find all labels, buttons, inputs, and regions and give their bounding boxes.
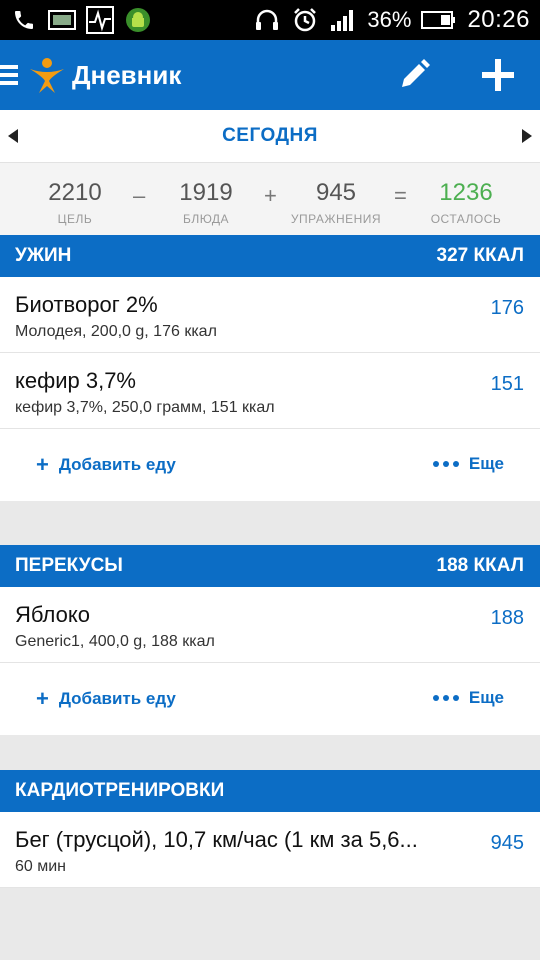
dinner-actions: + Добавить еду Еще [0, 429, 540, 501]
more-label: Еще [468, 454, 504, 473]
food-entry-row[interactable]: Биотворог 2% Молодея, 200,0 g, 176 ккал … [0, 277, 540, 353]
signal-icon [329, 6, 357, 34]
food-label: БЛЮДА [183, 212, 229, 226]
clock: 20:26 [467, 6, 530, 33]
battery-percent: 36% [367, 7, 412, 32]
date-label[interactable]: СЕГОДНЯ [222, 125, 318, 147]
snacks-actions: + Добавить еду Еще [0, 663, 540, 735]
add-food-label: Добавить еду [58, 455, 176, 474]
food-calories: 151 [490, 373, 524, 395]
remaining-value: 1236 [439, 179, 493, 206]
section-title: КАРДИОТРЕНИРОВКИ [15, 780, 225, 801]
food-entry-row[interactable]: Яблоко Generic1, 400,0 g, 188 ккал 188 [0, 587, 540, 663]
section-title: ПЕРЕКУСЫ [15, 555, 123, 576]
food-entry-row[interactable]: кефир 3,7% кефир 3,7%, 250,0 грамм, 151 … [0, 353, 540, 429]
food-calories: 176 [490, 297, 524, 319]
food-name: кефир 3,7% [15, 368, 136, 393]
minus-operator: – [133, 183, 146, 208]
remaining-summary: 1236 ОСТАЛОСЬ [428, 179, 504, 226]
activity-monitor-icon [86, 6, 114, 34]
section-kcal: 327 ККАЛ [436, 245, 524, 266]
phone-icon [10, 6, 38, 34]
exercise-value: 945 [315, 179, 357, 206]
dinner-section: УЖИН 327 ККАЛ Биотворог 2% Молодея, 200,… [0, 235, 540, 501]
food-calories: 188 [490, 607, 524, 629]
calorie-summary: 2210 ЦЕЛЬ – 1919 БЛЮДА + 945 УПРАЖНЕНИЯ … [0, 162, 540, 242]
image-icon [48, 6, 76, 34]
date-navigator: СЕГОДНЯ [0, 110, 540, 162]
app-logo-icon [26, 54, 68, 96]
goal-label: ЦЕЛЬ [57, 212, 93, 226]
add-food-button[interactable]: + Добавить еду [36, 454, 176, 476]
snacks-section: ПЕРЕКУСЫ 188 ККАЛ Яблоко Generic1, 400,0… [0, 545, 540, 735]
cardio-section: КАРДИОТРЕНИРОВКИ Бег (трусцой), 10,7 км/… [0, 770, 540, 888]
food-summary: 1919 БЛЮДА [170, 179, 242, 226]
more-dots-icon [432, 695, 459, 701]
next-day-arrow-icon[interactable] [522, 129, 532, 143]
plus-operator: + [264, 183, 277, 208]
more-button[interactable]: Еще [432, 688, 504, 708]
food-name: Биотворог 2% [15, 292, 158, 317]
section-kcal: 188 ККАЛ [436, 555, 524, 576]
equals-operator: = [394, 183, 407, 208]
goal-value: 2210 [48, 179, 102, 206]
exercise-name: Бег (трусцой), 10,7 км/час (1 км за 5,6.… [15, 827, 418, 852]
food-value: 1919 [179, 179, 233, 206]
exercise-duration: 60 мин [15, 858, 67, 875]
exercise-entry-row[interactable]: Бег (трусцой), 10,7 км/час (1 км за 5,6.… [0, 812, 540, 888]
headset-icon [253, 6, 281, 34]
menu-icon[interactable] [0, 65, 18, 85]
plus-icon: + [36, 686, 49, 711]
exercise-calories: 945 [490, 832, 524, 854]
more-button[interactable]: Еще [432, 454, 504, 474]
section-title: УЖИН [15, 245, 72, 266]
page-title: Дневник [72, 59, 182, 90]
add-food-button[interactable]: + Добавить еду [36, 688, 176, 710]
plus-icon: + [36, 452, 49, 477]
food-name: Яблоко [15, 602, 90, 627]
remaining-label: ОСТАЛОСЬ [430, 212, 502, 226]
previous-day-arrow-icon[interactable] [8, 129, 18, 143]
alarm-icon [291, 6, 319, 34]
more-dots-icon [432, 461, 459, 467]
dinner-header[interactable]: УЖИН 327 ККАЛ [0, 235, 540, 277]
edit-icon[interactable] [393, 54, 435, 96]
more-label: Еще [468, 688, 504, 707]
goal-summary: 2210 ЦЕЛЬ [40, 179, 110, 226]
food-description: кефир 3,7%, 250,0 грамм, 151 ккал [15, 399, 275, 416]
battery-icon [421, 6, 457, 34]
food-description: Generic1, 400,0 g, 188 ккал [15, 633, 215, 650]
status-bar: 36% 20:26 [0, 0, 540, 40]
add-food-label: Добавить еду [58, 689, 176, 708]
add-icon[interactable] [477, 54, 519, 96]
app-bar: Дневник [0, 40, 540, 110]
food-description: Молодея, 200,0 g, 176 ккал [15, 323, 217, 340]
android-shield-icon [124, 6, 152, 34]
exercise-label: УПРАЖНЕНИЯ [290, 212, 382, 226]
exercise-summary: 945 УПРАЖНЕНИЯ [290, 179, 382, 226]
cardio-header[interactable]: КАРДИОТРЕНИРОВКИ [0, 770, 540, 812]
snacks-header[interactable]: ПЕРЕКУСЫ 188 ККАЛ [0, 545, 540, 587]
